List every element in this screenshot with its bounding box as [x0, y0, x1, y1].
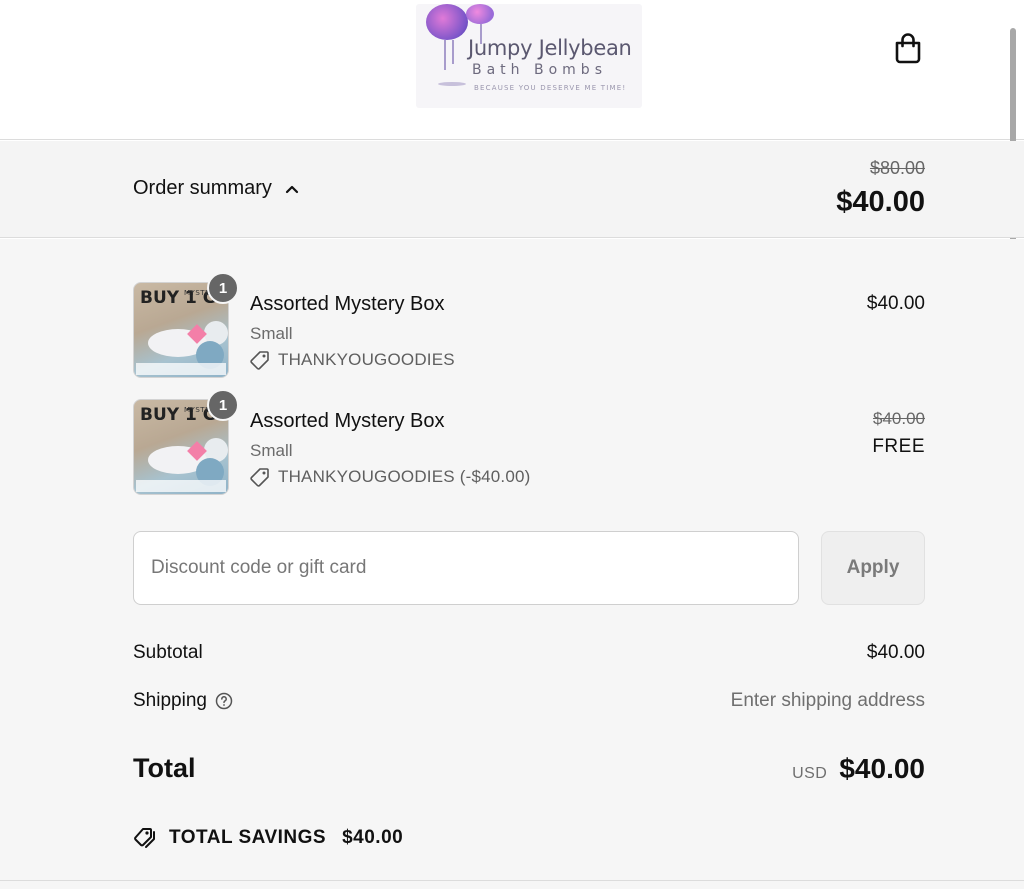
logo-ball — [426, 4, 468, 40]
order-summary-toggle[interactable]: Order summary — [133, 177, 300, 200]
logo-ball — [466, 4, 494, 24]
original-total: $80.00 — [869, 158, 925, 178]
tag-icon — [250, 351, 269, 370]
summary-total: $40.00 — [836, 186, 925, 218]
line-item: BUY 1 GET 1 MYSTERY BOX 1 Assorted Myste… — [133, 272, 925, 382]
brand-logo[interactable]: Jumpy Jellybean Bath Bombs Because you d… — [416, 4, 642, 108]
total-savings-value: $40.00 — [342, 827, 404, 848]
shopping-bag-icon[interactable] — [893, 32, 923, 64]
discount-code-applied: THANKYOUGOODIES — [250, 350, 455, 370]
chevron-up-icon — [285, 185, 299, 193]
discount-code-applied: THANKYOUGOODIES (-$40.00) — [250, 467, 531, 487]
header: Jumpy Jellybean Bath Bombs Because you d… — [0, 0, 1024, 140]
subtotal-value: $40.00 — [866, 642, 925, 663]
tag-icon — [250, 468, 269, 487]
total-label: Total — [133, 753, 196, 783]
divider — [0, 880, 1024, 881]
discount-code-label: THANKYOUGOODIES — [278, 350, 455, 369]
subtotal-label: Subtotal — [133, 642, 203, 663]
tags-icon — [134, 828, 155, 848]
item-price: $40.00 — [866, 293, 925, 314]
subtotal-row: Subtotal $40.00 — [133, 642, 925, 664]
discount-code-input[interactable] — [133, 531, 799, 605]
brand-subtitle: Bath Bombs — [472, 62, 607, 78]
brand-name: Jumpy Jellybean — [468, 36, 632, 60]
product-name: Assorted Mystery Box — [250, 293, 445, 315]
shipping-label: Shipping — [133, 690, 207, 711]
question-circle-icon[interactable] — [215, 692, 233, 710]
total-amount-group: USD $40.00 — [792, 753, 925, 785]
currency-code: USD — [792, 765, 828, 782]
total-row: Total USD $40.00 — [133, 753, 925, 784]
item-original-price: $40.00 — [873, 409, 925, 428]
quantity-badge: 1 — [207, 272, 239, 304]
order-summary-bar[interactable]: Order summary $80.00 $40.00 — [0, 141, 1024, 238]
total-savings-label: TOTAL SAVINGS — [169, 827, 327, 848]
shipping-row: Shipping Enter shipping address — [133, 690, 925, 712]
order-summary-label: Order summary — [133, 177, 272, 199]
product-variant: Small — [250, 324, 293, 343]
order-details: BUY 1 GET 1 MYSTERY BOX 1 Assorted Myste… — [0, 239, 1024, 889]
product-variant: Small — [250, 441, 293, 460]
line-item: BUY 1 GET 1 MYSTERY BOX 1 Assorted Myste… — [133, 389, 925, 499]
product-name: Assorted Mystery Box — [250, 410, 445, 432]
shipping-value: Enter shipping address — [730, 690, 925, 711]
quantity-badge: 1 — [207, 389, 239, 421]
apply-discount-button[interactable]: Apply — [821, 531, 925, 605]
total-amount: $40.00 — [839, 753, 925, 784]
brand-tagline: Because you deserve me time! — [474, 84, 627, 92]
item-price: FREE — [872, 436, 925, 457]
discount-code-label: THANKYOUGOODIES (-$40.00) — [278, 467, 531, 486]
total-savings: TOTAL SAVINGS $40.00 — [133, 825, 403, 851]
